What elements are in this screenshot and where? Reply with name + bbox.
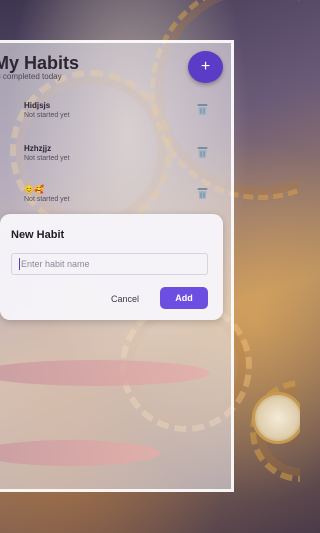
habit-item[interactable]: 😊🥰 Not started yet (24, 185, 214, 215)
habit-name-input[interactable] (11, 253, 208, 275)
habit-status: Not started yet (24, 155, 70, 162)
habit-item[interactable]: Hidjsjs Not started yet (24, 101, 214, 131)
habit-name: Hidjsjs (24, 101, 51, 110)
habit-item[interactable]: Hzhzjjz Not started yet (24, 144, 214, 174)
trash-icon[interactable] (196, 187, 209, 200)
page-title: My Habits (0, 53, 80, 73)
trash-icon[interactable] (196, 103, 209, 116)
plus-icon: + (200, 58, 211, 75)
dialog-title: New Habit (11, 229, 65, 241)
trash-icon[interactable] (196, 146, 209, 159)
habit-name: Hzhzjjz (24, 144, 52, 153)
habit-status: Not started yet (24, 112, 70, 119)
new-habit-dialog: New Habit Cancel Add (0, 214, 223, 320)
clock-decoration (252, 392, 300, 444)
add-button[interactable]: Add (160, 287, 208, 309)
habit-name: 😊🥰 (24, 185, 44, 194)
cancel-button[interactable]: Cancel (105, 289, 145, 309)
add-habit-button[interactable]: + (188, 51, 223, 83)
habit-status: Not started yet (24, 196, 70, 203)
text-cursor (19, 258, 20, 270)
completion-summary: /3 completed today (0, 72, 62, 81)
